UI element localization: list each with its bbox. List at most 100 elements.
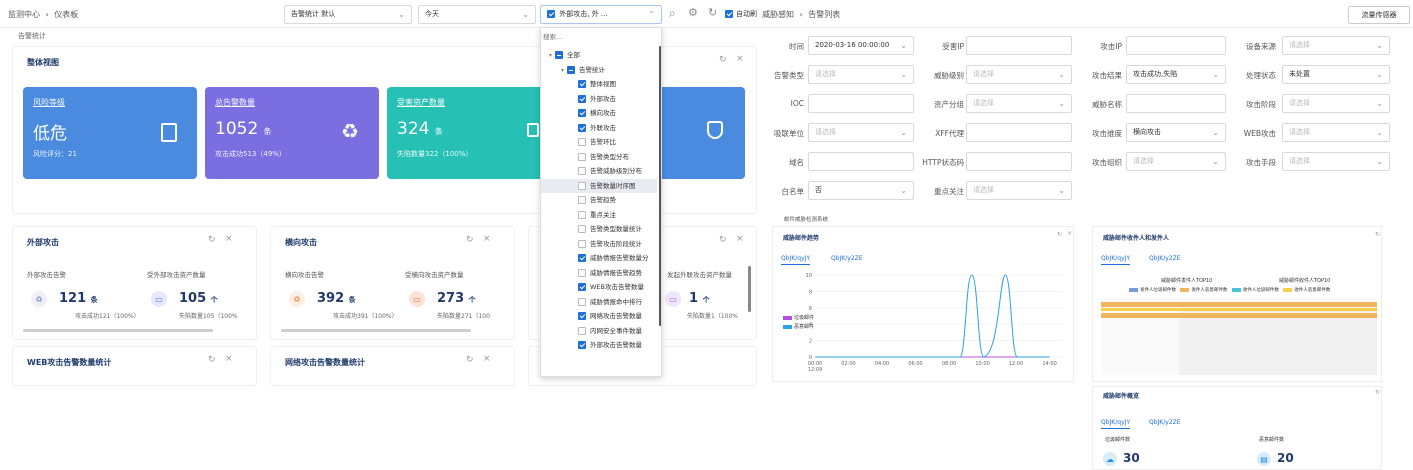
search-icon[interactable]: ⌕ (669, 6, 676, 21)
close-icon[interactable]: × (483, 234, 491, 244)
dropdown-search-input[interactable] (543, 30, 659, 44)
close-icon[interactable]: × (225, 354, 233, 364)
filter-select[interactable]: 外部攻击, 外 ... ⌃ (540, 5, 662, 24)
dropdown-scrollbar[interactable] (659, 46, 661, 326)
refresh-icon[interactable]: ↻ (466, 235, 474, 245)
dropdown-item-checkbox[interactable] (578, 239, 586, 248)
filter-select[interactable]: 横向攻击 ⌄ (1126, 123, 1226, 142)
dropdown-item[interactable]: 外部攻击告警数量 (541, 338, 657, 353)
dropdown-item[interactable]: 告警类型分布 (541, 150, 657, 165)
close-icon[interactable]: × (736, 54, 744, 64)
dropdown-item[interactable]: 横向攻击 (541, 106, 657, 121)
filter-input[interactable] (966, 123, 1072, 142)
stat-title[interactable]: 总告警数量 (215, 97, 255, 108)
dropdown-item[interactable]: 威胁情报告警趋势 (541, 266, 657, 281)
dropdown-item-checkbox[interactable] (578, 109, 586, 117)
dropdown-item[interactable]: 网络攻击告警数量 (541, 309, 657, 324)
close-icon[interactable]: × (1067, 230, 1072, 237)
dropdown-item[interactable]: 告警数量时序图 (541, 178, 657, 193)
dropdown-item[interactable]: 威胁情报告警数量分 (541, 251, 657, 266)
dropdown-item[interactable]: 告警攻击阶段统计 (541, 237, 657, 252)
dropdown-item[interactable]: 告警环比 (541, 135, 657, 150)
refresh-icon[interactable]: ↻ (719, 55, 727, 65)
filter-select[interactable]: 请选择 ⌄ (966, 65, 1072, 84)
dropdown-item[interactable]: 整体视图 (541, 77, 657, 92)
trend-tab-1[interactable]: QbJK/qyJY (781, 255, 811, 265)
sensor-button[interactable]: 流量传感器 (1348, 6, 1410, 24)
dropdown-item-checkbox[interactable] (578, 167, 586, 175)
dropdown-item[interactable]: 告警类型数量统计 (541, 222, 657, 237)
stat-title[interactable]: 受害资产数量 (397, 97, 445, 108)
dropdown-item-checkbox[interactable] (578, 138, 586, 146)
breadcrumb-root[interactable]: 监测中心 (8, 10, 40, 19)
dropdown-item[interactable]: 威胁情报命中排行 (541, 295, 657, 310)
dropdown-item-checkbox[interactable] (578, 225, 586, 233)
time-select[interactable]: 今天 ⌄ (418, 5, 536, 24)
filter-select[interactable]: 未处置 ⌄ (1282, 65, 1390, 84)
refresh-icon[interactable]: ↻ (1375, 231, 1380, 238)
filter-input[interactable] (808, 152, 914, 171)
dropdown-item[interactable]: 告警趋势 (541, 193, 657, 208)
filter-select[interactable]: 请选择 ⌄ (1282, 152, 1390, 171)
filter-input[interactable] (808, 94, 914, 113)
close-icon[interactable]: × (736, 234, 744, 244)
template-select[interactable]: 告警统计 默认 ⌄ (284, 5, 412, 24)
dropdown-item[interactable]: WEB攻击告警数量 (541, 280, 657, 295)
dropdown-item-checkbox[interactable] (578, 123, 586, 132)
refresh-icon[interactable]: ↻ (466, 355, 474, 365)
refresh-icon[interactable]: ↻ (719, 235, 727, 245)
dropdown-item-checkbox[interactable] (578, 152, 586, 161)
close-icon[interactable]: × (483, 354, 491, 364)
breadcrumb-root[interactable]: 威胁感知 (762, 10, 794, 19)
auto-refresh-checkbox[interactable] (725, 10, 733, 18)
dropdown-item[interactable]: ▾ 全部 (541, 48, 657, 63)
dropdown-item-checkbox[interactable] (578, 94, 586, 103)
refresh-icon[interactable]: ↻ (208, 355, 216, 365)
filter-select[interactable]: 请选择 ⌄ (966, 181, 1072, 200)
filter-select[interactable]: 请选择 ⌄ (1282, 123, 1390, 142)
dropdown-item-checkbox[interactable] (578, 326, 586, 335)
close-icon[interactable]: × (225, 234, 233, 244)
refresh-icon[interactable]: ↻ (208, 235, 216, 245)
dropdown-item[interactable]: 外联攻击 (541, 121, 657, 136)
top10-tab-1[interactable]: QbJK/qyJY (1101, 255, 1131, 265)
dropdown-item-checkbox[interactable] (578, 210, 586, 219)
dropdown-item-checkbox[interactable] (578, 283, 586, 291)
dropdown-item-checkbox[interactable] (578, 312, 586, 320)
dropdown-item[interactable]: ▾ 告警统计 (541, 63, 657, 78)
horizontal-scrollbar[interactable] (23, 329, 213, 332)
dropdown-item-checkbox[interactable] (555, 51, 564, 59)
filter-select[interactable]: 请选择 ⌄ (1282, 94, 1390, 113)
filter-input[interactable] (1126, 94, 1226, 113)
trend-tab-2[interactable]: QbJK/y2ZE (831, 255, 863, 262)
stat-title[interactable]: 风险等级 (33, 97, 65, 108)
filter-input[interactable] (966, 36, 1072, 55)
top10-tab-2[interactable]: QbJK/y2ZE (1149, 255, 1181, 262)
dropdown-item-checkbox[interactable] (578, 80, 586, 88)
dropdown-item-checkbox[interactable] (578, 268, 586, 277)
refresh-icon[interactable]: ↻ (708, 6, 717, 19)
overview2-tab-1[interactable]: QbJK/qyJY (1101, 419, 1131, 429)
filter-input[interactable] (966, 152, 1072, 171)
dropdown-item[interactable]: 告警威胁级别分布 (541, 164, 657, 179)
filter-select[interactable]: 请选择 ⌄ (1282, 36, 1390, 55)
caret-down-icon[interactable]: ▾ (561, 67, 564, 74)
filter-select[interactable]: 请选择 ⌄ (808, 65, 914, 84)
gear-icon[interactable]: ⚙ (688, 6, 698, 19)
horizontal-scrollbar[interactable] (281, 329, 471, 332)
filter-select[interactable]: 攻击成功,失陷 ⌄ (1126, 65, 1226, 84)
filter-select[interactable]: 请选择 ⌄ (1126, 152, 1226, 171)
filter-select[interactable]: 请选择 ⌄ (966, 94, 1072, 113)
dropdown-item-checkbox[interactable] (567, 65, 576, 74)
overview2-tab-2[interactable]: QbJK/y2ZE (1149, 419, 1181, 426)
filter-select[interactable]: 2020-03-16 00:00:00 ⌄ (808, 36, 914, 55)
vertical-scrollbar[interactable] (748, 266, 751, 312)
refresh-icon[interactable]: ↻ (1057, 231, 1062, 238)
dropdown-item[interactable]: 重点关注 (541, 208, 657, 223)
filter-input[interactable] (1126, 36, 1226, 55)
dropdown-item-checkbox[interactable] (578, 196, 586, 204)
dropdown-item-checkbox[interactable] (578, 254, 586, 262)
dropdown-item[interactable]: 内网安全事件数量 (541, 324, 657, 339)
refresh-icon[interactable]: ↻ (1375, 389, 1380, 396)
dropdown-item-checkbox[interactable] (578, 297, 586, 306)
